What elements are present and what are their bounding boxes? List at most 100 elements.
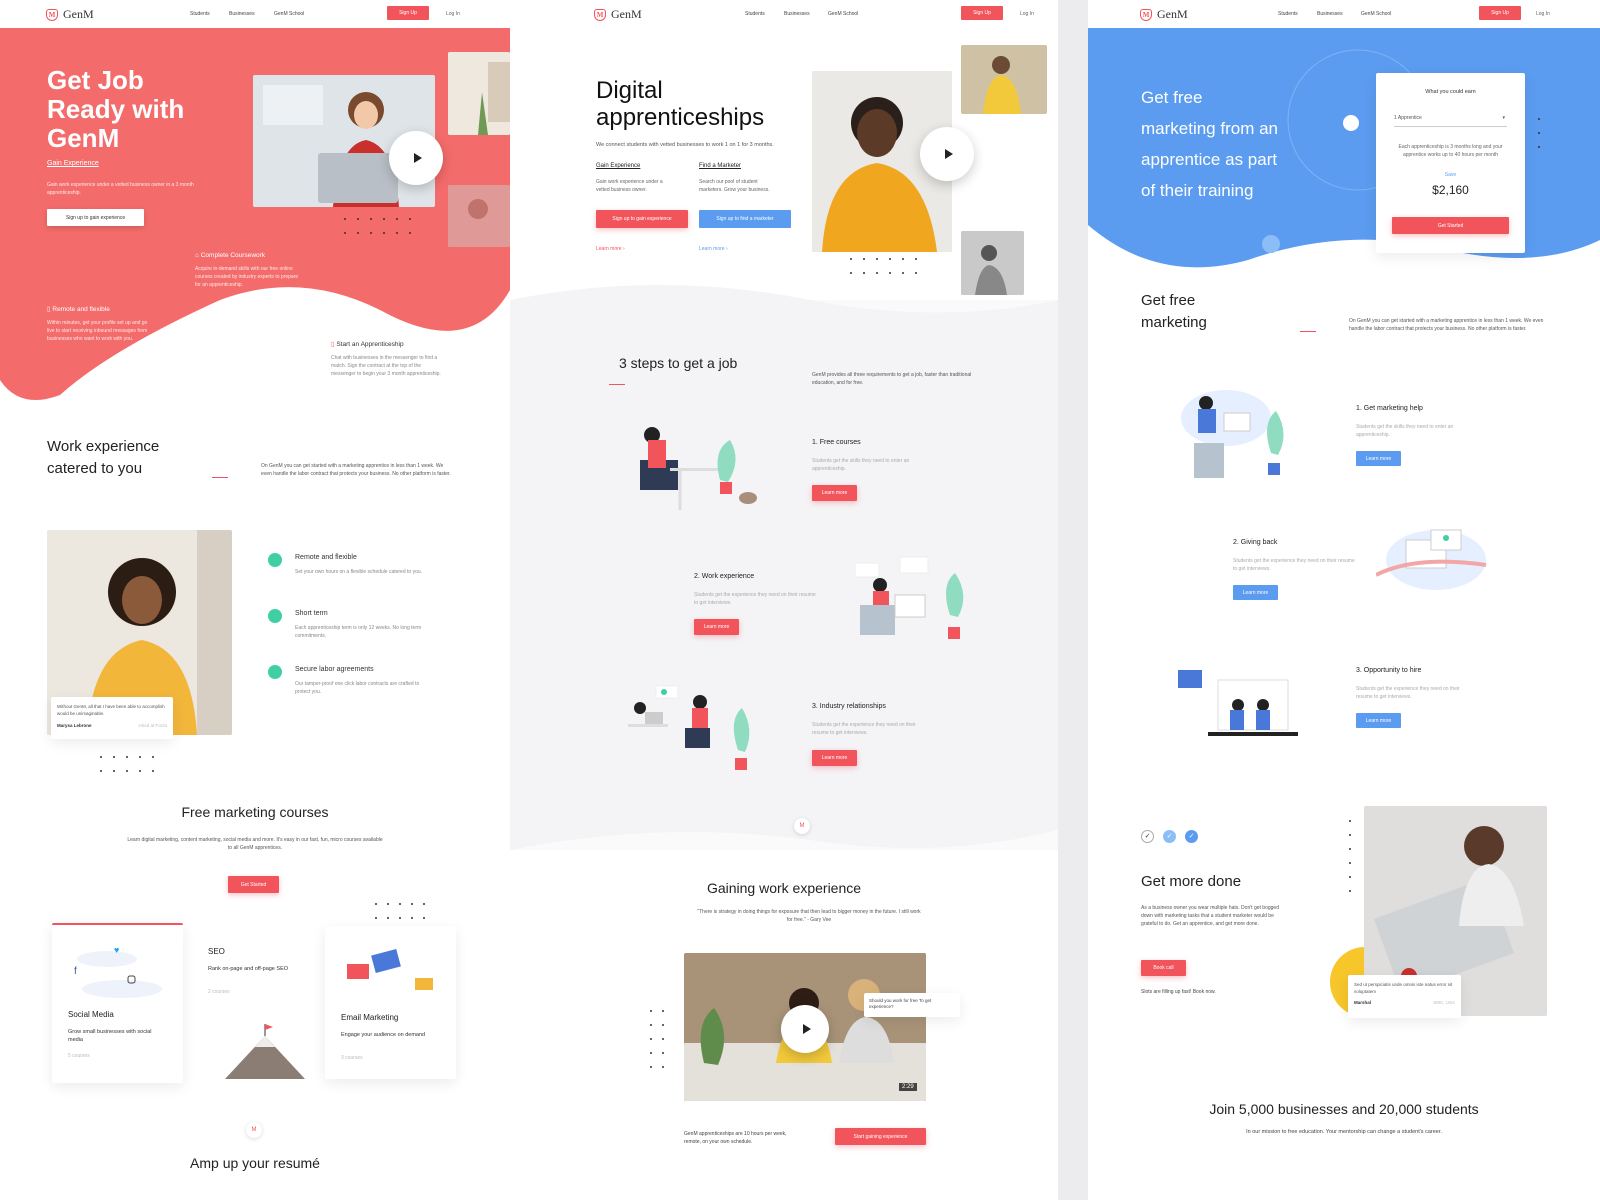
- apprenticeship-text: Chat with businesses in the messenger to…: [331, 355, 441, 377]
- remote-title: ▯ Remote and flexible: [47, 306, 110, 313]
- find-marketer-text: Search our pool of student marketers. Gr…: [699, 179, 770, 193]
- course-title: SEO: [208, 947, 225, 956]
- feature-item: Remote and flexible Set your own hours o…: [268, 553, 428, 609]
- step3-learn-more-button[interactable]: Learn more: [812, 750, 857, 766]
- gain-experience-link[interactable]: Gain Experience: [47, 160, 99, 167]
- nav-students[interactable]: Students: [190, 11, 210, 17]
- apprenticeship-title: ▯ Start an Apprenticeship: [331, 341, 404, 348]
- find-marketer-link[interactable]: Find a Marketer: [699, 163, 741, 169]
- work-title-line: catered to you: [47, 460, 143, 477]
- brand-logo[interactable]: M GenM: [594, 7, 642, 22]
- brand-logo[interactable]: M GenM: [1140, 7, 1188, 22]
- hero-title: Get Job Ready with GenM: [47, 66, 184, 153]
- top-nav: M GenM Students Businesses GenM School Si…: [1088, 0, 1600, 28]
- coursework-label: Complete Coursework: [200, 252, 266, 259]
- feature-text: Set your own hours on a flexible schedul…: [295, 569, 423, 575]
- brand-name: GenM: [63, 7, 94, 21]
- play-video-button[interactable]: [781, 1005, 829, 1053]
- brand-logo[interactable]: M GenM: [46, 7, 94, 22]
- svg-text:♥: ♥: [114, 945, 119, 955]
- signup-button[interactable]: Sign Up: [1479, 6, 1521, 20]
- free-marketing-line: marketing: [1141, 314, 1207, 331]
- remote-step: ▯ Remote and flexible Within minutes, ge…: [47, 305, 151, 343]
- play-video-button[interactable]: [920, 127, 974, 181]
- feature-title: Short term: [295, 610, 328, 617]
- testimonial-card: Without GenM, all that I have been able …: [51, 697, 173, 739]
- benefit2-learn-more-button[interactable]: Learn more: [1233, 585, 1278, 600]
- step-text: Students get the skills they need to ent…: [812, 458, 910, 472]
- step-text: Students get the experience they need on…: [694, 592, 816, 606]
- login-link[interactable]: Log In: [1536, 11, 1550, 17]
- feature-item: Short term Each apprenticeship term is o…: [268, 609, 428, 665]
- brand-name: GenM: [1157, 7, 1188, 21]
- desk-photo: [448, 185, 510, 247]
- quote-author: Marysa Lebrone: [57, 723, 92, 728]
- signup-gain-experience-button[interactable]: Sign up to gain experience: [596, 210, 688, 228]
- learn-more-label: Learn more: [699, 246, 725, 252]
- feature-title: Secure labor agreements: [295, 666, 374, 673]
- start-gaining-experience-button[interactable]: Start gaining experience: [835, 1128, 926, 1145]
- coursework-text: Acquire in-demand skills with our free o…: [195, 266, 299, 288]
- benefit1-learn-more-button[interactable]: Learn more: [1356, 451, 1401, 466]
- gain-experience-link[interactable]: Gain Experience: [596, 163, 640, 169]
- learn-more-label: Learn more: [596, 246, 622, 252]
- login-link[interactable]: Log In: [1020, 11, 1034, 17]
- signup-button[interactable]: Sign Up: [387, 6, 429, 20]
- hero-text: We connect students with vetted business…: [596, 142, 774, 148]
- step-title: 3. Industry relationships: [812, 703, 886, 710]
- lock-icon: [268, 665, 282, 679]
- step-title: 1. Free courses: [812, 439, 861, 446]
- side-photo-top: [961, 45, 1047, 114]
- page-divider: [1058, 0, 1088, 1200]
- course-card-social-media[interactable]: f ♥ Social Media Grow small businesses w…: [52, 923, 183, 1083]
- nav-students[interactable]: Students: [745, 11, 765, 17]
- play-video-button[interactable]: [389, 131, 443, 185]
- feature-title: Remote and flexible: [295, 554, 357, 561]
- amp-resume-title: Amp up your resumé: [190, 1155, 320, 1171]
- nav-genm-school[interactable]: GenM School: [828, 11, 858, 17]
- nav-businesses[interactable]: Businesses: [784, 11, 810, 17]
- calculator-get-started-button[interactable]: Get Started: [1392, 217, 1509, 234]
- signup-find-marketer-button[interactable]: Sign up to find a marketer: [699, 210, 791, 228]
- step2-learn-more-button[interactable]: Learn more: [694, 619, 739, 635]
- course-card-email-marketing[interactable]: Email Marketing Engage your audience on …: [325, 926, 456, 1079]
- step-indicators: ✓ ✓ ✓: [1141, 830, 1198, 843]
- quote-role: Hired at Forza: [138, 723, 167, 728]
- nav-genm-school[interactable]: GenM School: [1361, 11, 1391, 17]
- nav-businesses[interactable]: Businesses: [229, 11, 255, 17]
- feature-item: Secure labor agreements Our tamper-proof…: [268, 665, 428, 721]
- free-courses-illustration: [640, 427, 757, 510]
- courses-get-started-button[interactable]: Get Started: [228, 876, 279, 893]
- nav-students[interactable]: Students: [1278, 11, 1298, 17]
- course-count: 3 courses: [341, 1055, 363, 1061]
- book-call-button[interactable]: Book call: [1141, 960, 1186, 976]
- brand-name: GenM: [611, 7, 642, 21]
- course-title: Email Marketing: [341, 1013, 399, 1022]
- marketing-help-illustration: [1181, 390, 1284, 478]
- work-experience-title: Work experience catered to you: [47, 436, 159, 480]
- nav-genm-school[interactable]: GenM School: [274, 11, 304, 17]
- envelope-illustration: [347, 948, 433, 990]
- man-desk-photo: [961, 231, 1024, 295]
- login-link[interactable]: Log In: [446, 11, 460, 17]
- coursework-step: ⌂ Complete Coursework Acquire in-demand …: [195, 252, 305, 289]
- select-value: 1 Apprentice: [1394, 115, 1422, 121]
- nav-businesses[interactable]: Businesses: [1317, 11, 1343, 17]
- signup-button[interactable]: Sign Up: [961, 6, 1003, 20]
- learn-more-link[interactable]: Learn more ›: [596, 246, 625, 252]
- feature-text: Each apprenticeship term is only 12 week…: [295, 625, 422, 639]
- free-marketing-text: On GenM you can get started with a marke…: [1349, 318, 1544, 332]
- course-card-seo[interactable]: SEO Rank on-page and off-page SEO 2 cour…: [195, 926, 312, 1086]
- decorative-dots: [100, 756, 165, 772]
- hero-title-line: Digital: [596, 77, 663, 104]
- decorative-dots: [375, 903, 435, 919]
- genm-badge-icon: M: [246, 1122, 262, 1138]
- course-title: Social Media: [68, 1010, 114, 1019]
- apprentice-count-select[interactable]: 1 Apprentice ▾: [1394, 115, 1507, 127]
- benefit3-learn-more-button[interactable]: Learn more: [1356, 713, 1401, 728]
- footer-text: GenM apprenticeships are 10 hours per we…: [684, 1131, 787, 1145]
- signup-gain-experience-button[interactable]: Sign up to gain experience: [47, 209, 144, 226]
- step1-learn-more-button[interactable]: Learn more: [812, 485, 857, 501]
- learn-more-link[interactable]: Learn more ›: [699, 246, 728, 252]
- svg-text:f: f: [74, 966, 77, 977]
